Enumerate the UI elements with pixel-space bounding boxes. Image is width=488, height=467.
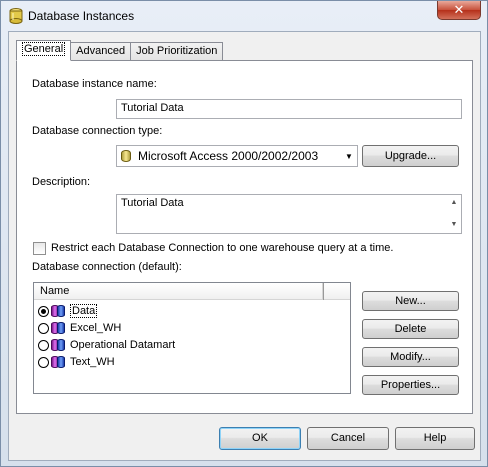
radio-button[interactable]: [38, 356, 49, 368]
column-header-empty: [323, 283, 350, 300]
list-header: Name: [34, 283, 350, 300]
list-item[interactable]: Data: [38, 303, 98, 319]
connection-name: Text_WH: [70, 356, 115, 368]
close-icon: ✕: [453, 2, 465, 17]
connection-name: Excel_WH: [70, 322, 122, 334]
restrict-checkbox[interactable]: [33, 242, 46, 255]
database-connection-icon: [51, 338, 67, 352]
description-value: Tutorial Data: [121, 197, 184, 209]
restrict-label: Restrict each Database Connection to one…: [51, 242, 394, 254]
tab-advanced[interactable]: Advanced: [70, 42, 132, 61]
scroll-down-icon[interactable]: ▼: [447, 218, 461, 232]
database-connection-icon: [51, 304, 67, 318]
connection-name: Operational Datamart: [70, 339, 176, 351]
dialog-window: Database Instances ✕ General Advanced Jo…: [0, 0, 488, 467]
help-button[interactable]: Help: [395, 427, 475, 450]
new-button[interactable]: New...: [362, 291, 459, 311]
connection-type-label: Database connection type:: [32, 125, 163, 137]
delete-button[interactable]: Delete: [362, 319, 459, 339]
ok-button[interactable]: OK: [219, 427, 301, 450]
general-tab-panel: Database instance name: Tutorial Data Da…: [16, 60, 473, 414]
upgrade-button[interactable]: Upgrade...: [362, 145, 459, 167]
database-connection-icon: [51, 321, 67, 335]
properties-button[interactable]: Properties...: [362, 375, 459, 395]
connection-list[interactable]: Name Data Excel_WH Operational Datamart: [33, 282, 351, 394]
database-app-icon: [9, 8, 23, 24]
description-label: Description:: [32, 176, 91, 188]
connection-type-select[interactable]: Microsoft Access 2000/2002/2003 ▼: [116, 145, 358, 167]
window-title: Database Instances: [28, 9, 135, 23]
chevron-down-icon[interactable]: ▼: [343, 152, 355, 161]
radio-button[interactable]: [38, 339, 49, 351]
list-item[interactable]: Text_WH: [38, 354, 115, 370]
access-db-icon: [119, 149, 133, 163]
dialog-client-area: General Advanced Job Prioritization Data…: [8, 31, 481, 461]
database-connection-icon: [51, 355, 67, 369]
instance-name-label: Database instance name:: [32, 78, 157, 90]
list-item[interactable]: Excel_WH: [38, 320, 121, 336]
list-item[interactable]: Operational Datamart: [38, 337, 175, 353]
radio-button[interactable]: [38, 322, 49, 334]
description-textarea[interactable]: Tutorial Data ▲ ▼: [116, 194, 462, 234]
cancel-button[interactable]: Cancel: [307, 427, 389, 450]
tab-job-prioritization[interactable]: Job Prioritization: [130, 42, 224, 61]
title-bar[interactable]: Database Instances ✕: [1, 1, 487, 31]
radio-selected[interactable]: [38, 305, 49, 317]
scroll-up-icon[interactable]: ▲: [447, 196, 461, 210]
connection-type-value: Microsoft Access 2000/2002/2003: [138, 149, 319, 163]
close-button[interactable]: ✕: [437, 1, 481, 20]
connection-name: Data: [70, 304, 98, 318]
column-header-name[interactable]: Name: [34, 283, 323, 300]
modify-button[interactable]: Modify...: [362, 347, 459, 367]
tab-general[interactable]: General: [16, 40, 72, 61]
connection-default-label: Database connection (default):: [32, 261, 182, 273]
instance-name-input[interactable]: Tutorial Data: [116, 99, 462, 119]
tab-strip: General Advanced Job Prioritization: [16, 40, 224, 61]
